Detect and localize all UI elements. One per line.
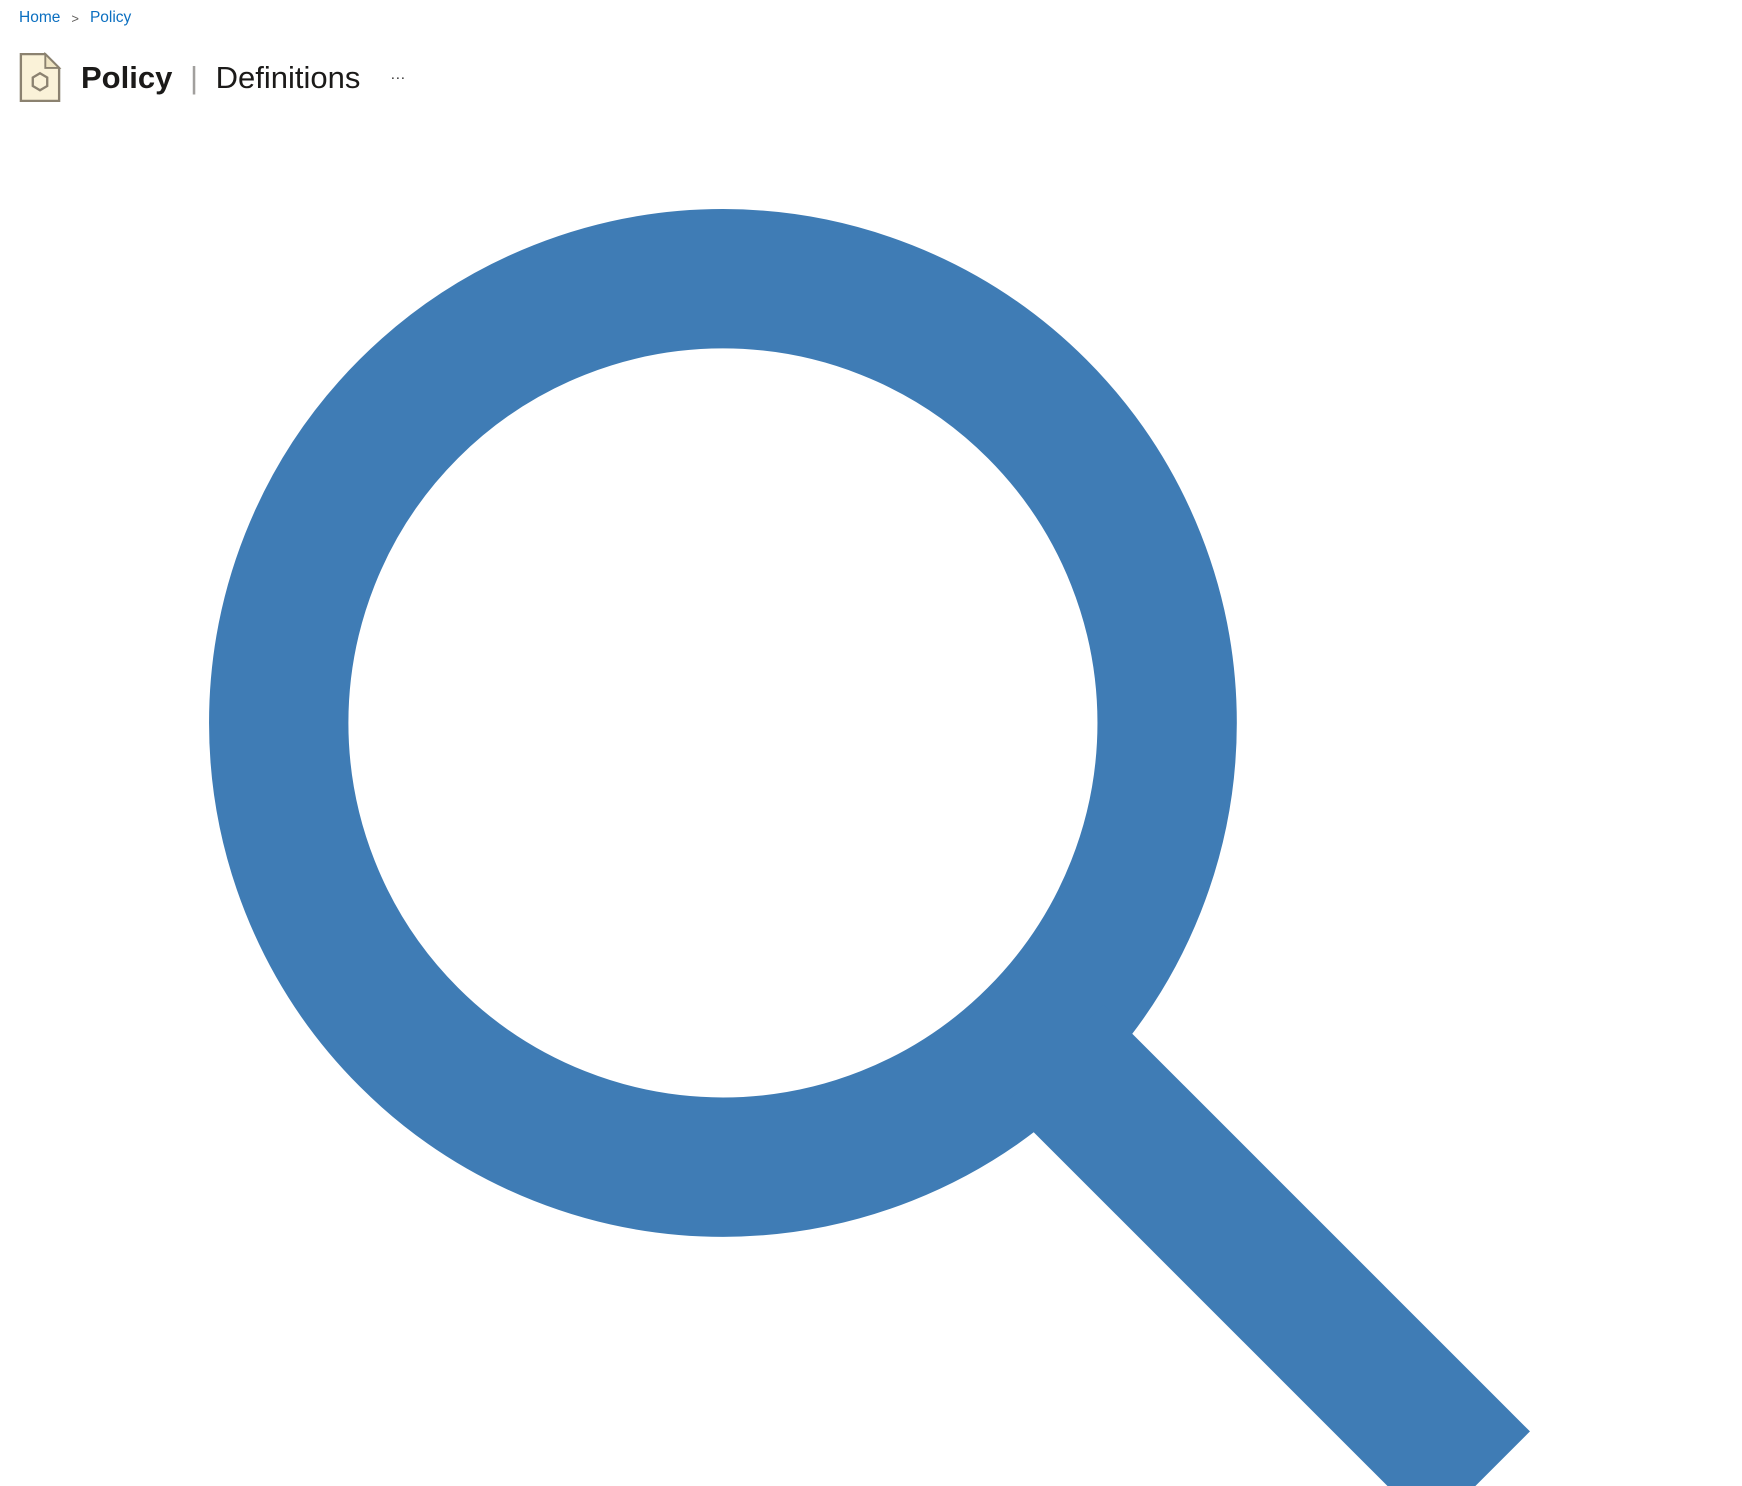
- breadcrumb-policy-link[interactable]: Policy: [90, 9, 131, 27]
- breadcrumb-separator-icon: >: [71, 10, 79, 26]
- page-title-section: Definitions: [215, 59, 361, 95]
- page-title: Policy | Definitions: [81, 60, 360, 96]
- search-icon: [209, 209, 1530, 1486]
- page-title-separator: |: [189, 59, 199, 95]
- breadcrumb-home-link[interactable]: Home: [19, 9, 60, 27]
- policy-document-icon: [18, 52, 62, 103]
- sidebar: « Overview Getting started: [0, 0, 1742, 1486]
- more-options-button[interactable]: ···: [390, 69, 405, 86]
- breadcrumb: Home > Policy: [19, 9, 131, 27]
- sidebar-search-box[interactable]: [0, 0, 1742, 1486]
- page-header: Policy | Definitions ···: [18, 52, 405, 103]
- page-title-blade: Policy: [81, 59, 173, 95]
